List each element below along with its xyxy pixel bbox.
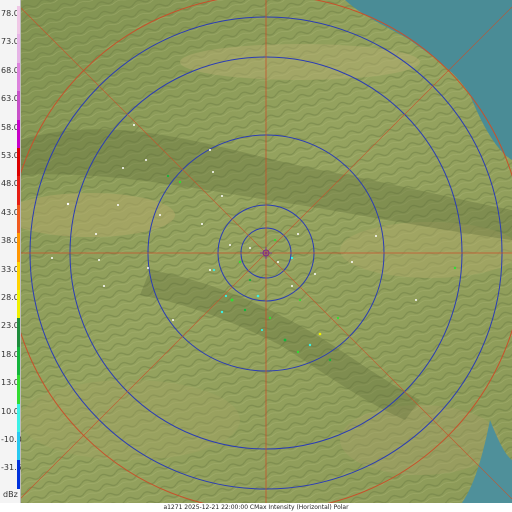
legend-color-swatch <box>17 6 20 35</box>
legend-value-label: 23.0 <box>1 321 19 331</box>
plain-region <box>20 380 240 460</box>
legend-color-swatch <box>17 346 20 376</box>
plain-region <box>5 193 175 237</box>
status-caption: a1271 2025-12-21 22:00:00 CMax Intensity… <box>0 503 512 512</box>
legend-value-label: 38.0 <box>1 236 19 246</box>
radar-map-view: 78.0 73.0 68.0 63.0 58.0 53.0 48.0 43.0 38.0 33.0… <box>0 0 512 512</box>
legend-value-label: 13.0 <box>1 378 19 388</box>
legend-value-label: 33.0 <box>1 264 19 274</box>
radar-map[interactable] <box>0 0 512 512</box>
legend-value-label: 43.0 <box>1 207 19 217</box>
color-scale-legend: 78.0 73.0 68.0 63.0 58.0 53.0 48.0 43.0 38.0 33.0… <box>0 0 22 504</box>
legend-value-label: -10.0 <box>1 435 22 444</box>
legend-value-label: 48.0 <box>1 179 19 189</box>
legend-color-swatch <box>17 460 20 489</box>
legend-value-label: 53.0 <box>1 151 19 160</box>
plain-region <box>340 405 500 475</box>
legend-color-swatch <box>17 176 20 205</box>
legend-value-label: 18.0 <box>1 349 19 359</box>
legend-value-label: 63.0 <box>1 94 19 104</box>
legend-color-swatch <box>17 290 20 319</box>
legend-color-swatch <box>17 318 20 347</box>
legend-color-swatch <box>17 204 20 234</box>
plain-region <box>180 44 420 80</box>
legend-color-swatch <box>17 233 20 262</box>
legend-color-swatch <box>17 403 20 432</box>
legend-color-swatch <box>17 91 20 120</box>
legend-unit-label: dBz <box>3 490 18 499</box>
legend-color-swatch <box>17 62 20 92</box>
legend-color-swatch <box>17 261 20 290</box>
legend-color-swatch <box>17 432 20 461</box>
legend-value-label: 58.0 <box>1 122 19 132</box>
legend-value-label: 28.0 <box>1 293 19 302</box>
legend-color-swatch <box>17 119 20 148</box>
legend-color-swatch <box>17 375 20 404</box>
legend-value-label: 10.0 <box>1 406 19 416</box>
legend-value-label: -31.5 <box>1 463 22 473</box>
legend-value-label: 78.0 <box>1 9 19 18</box>
legend-color-swatch <box>17 34 20 63</box>
legend-value-label: 73.0 <box>1 37 19 47</box>
legend-color-swatch <box>17 148 20 177</box>
legend-value-label: 68.0 <box>1 65 19 75</box>
